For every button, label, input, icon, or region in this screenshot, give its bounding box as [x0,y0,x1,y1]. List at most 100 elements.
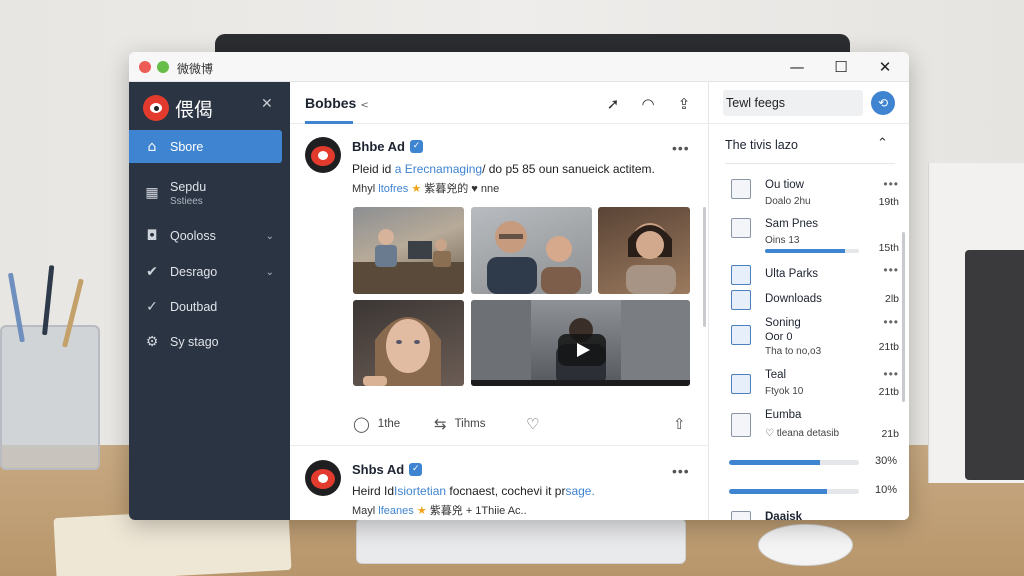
post-link[interactable]: Isiortetian [394,484,446,498]
photo-meeting[interactable] [353,207,464,294]
share-icon[interactable]: ⇪ [674,94,694,114]
bell-icon[interactable]: ◠ [638,94,658,114]
upload-icon: ⇧ [673,415,686,433]
brand[interactable]: 偎偈 [143,92,213,124]
like-button[interactable]: ♡ [526,415,539,433]
sidebar-item-label: Qooloss [170,229,216,243]
brand-name: 偎偈 [175,98,214,121]
caret-icon[interactable]: < [360,100,368,111]
sidebar-item-label: Doutbad [170,300,218,314]
window-zoom-dot[interactable] [157,61,169,73]
sidebar-item-qooloss[interactable]: ◘ Qooloss ⌄ [129,222,282,250]
sidebar-item-home[interactable]: ⌂ Sbore [129,130,282,163]
video-thumbnail[interactable] [471,300,690,386]
author-name: Bhbe Ad [352,139,405,154]
avatar[interactable] [305,460,341,496]
sidebar-close-icon[interactable]: ✕ [261,96,273,112]
folder-icon [731,374,751,394]
more-options-icon[interactable]: ••• [672,140,690,156]
post-text: Pleid id a Erecnamaging/ do p5 85 oun sa… [352,162,655,176]
file-icon [731,218,751,238]
sidebar-item-sepdu[interactable]: ▦ Sepdu Sstiees [129,174,282,212]
author-name: Shbs Ad [352,462,405,477]
sidebar-item-sublabel: Sstiees [170,195,203,207]
post-author[interactable]: Shbs Ad ✓ [352,462,423,477]
folder-icon [731,290,751,310]
file-icon [731,179,751,199]
photo-friends[interactable] [471,207,592,294]
window-title: 微微博 [177,62,214,76]
grid-icon: ▦ [145,185,159,201]
maximize-button[interactable]: ☐ [826,56,856,78]
upload-button[interactable]: ⇧ [673,415,686,433]
app-window: 微微博 — ☐ ✕ 偎偈 ✕ ⌂ Sbore ▦ Sepdu Sstiees ◘… [129,52,909,520]
post-link[interactable]: sage. [565,484,594,498]
meta-link[interactable]: lfeanes [378,505,413,517]
sidebar-item-doutbad[interactable]: ✓ Doutbad [129,293,282,321]
sidebar: 偎偈 ✕ ⌂ Sbore ▦ Sepdu Sstiees ◘ Qooloss ⌄… [129,82,290,520]
close-button[interactable]: ✕ [870,56,900,78]
window-close-dot[interactable] [139,61,151,73]
monitor-bezel [215,34,850,54]
post-meta: Mhyl ltofres ★ 紫暮兇的 ♥ nne [352,183,500,195]
feed-title[interactable]: Bobbes < [305,95,369,111]
search-input[interactable] [723,90,863,116]
file-item[interactable]: Teal Ftyok 10 ••• 21tb [731,367,903,401]
photo-meeting-art [353,229,464,294]
photo-girl[interactable] [353,300,464,386]
sidebar-item-desrago[interactable]: ✔ Desrago ⌄ [129,258,282,286]
chevron-down-icon[interactable]: ⌄ [266,267,274,278]
file-item[interactable]: Ulta Parks ••• [731,263,903,287]
post-author[interactable]: Bhbe Ad ✓ [352,139,423,154]
comment-button[interactable]: ◯ 1the [353,415,400,433]
sidebar-item-label: Desrago [170,265,218,279]
more-options-icon[interactable]: ••• [883,177,899,191]
photo-friends-art [487,221,581,294]
file-name: Teal [765,369,787,381]
chevron-up-icon[interactable]: ⌃ [877,136,888,151]
post-link[interactable]: a Erecnamaging [395,162,482,176]
more-options-icon[interactable]: ••• [883,367,899,381]
file-item[interactable]: Sam Pnes Oins 13 15th [731,218,903,254]
repost-icon: ⇆ [434,415,447,433]
file-name: Ulta Parks [765,268,819,280]
file-item[interactable]: Daaisk [731,511,903,520]
chevron-down-icon[interactable]: ⌄ [266,231,274,242]
folder-icon [731,325,751,345]
progress-bar [729,460,859,465]
file-sub: Oins 13 [765,235,800,246]
weibo-logo-icon [143,95,169,121]
post-card: Shbs Ad ✓ ••• Heird IdIsiortetian focnae… [290,446,709,520]
file-item[interactable]: Eumba ♡ tleana detasib 21b [731,409,903,443]
repost-button[interactable]: ⇆ Tihms [434,415,485,433]
play-button-icon[interactable] [558,334,606,366]
more-options-icon[interactable]: ••• [672,463,690,479]
heart-icon: ♡ [526,415,540,433]
comment-icon: ◯ [353,415,370,433]
send-icon[interactable]: ➚ [603,94,623,114]
feed-header: Bobbes < ➚ ◠ ⇪ [290,82,709,124]
more-options-icon[interactable]: ••• [883,315,899,329]
avatar[interactable] [305,137,341,173]
more-options-icon[interactable]: ••• [883,263,899,277]
search-button-icon[interactable]: ⟲ [871,91,895,115]
keyboard [356,518,686,564]
file-size: 21b [881,428,899,440]
file-item[interactable]: Downloads 2lb [731,290,903,312]
feed-scrollbar[interactable] [703,207,706,327]
photo-woman-art [626,223,676,294]
title-bar: 微微博 — ☐ ✕ [129,52,909,82]
file-size: 15th [878,242,899,254]
meta-link[interactable]: ltofres [378,183,408,195]
file-item[interactable]: Soning Oor 0 Tha to no,o3 ••• 21tb [731,315,903,361]
file-item[interactable]: Ou tiow Doalo 2hu ••• 19th [731,177,903,209]
check-circle-icon: ✔ [146,264,158,280]
photo-woman[interactable] [598,207,690,294]
panel-scrollbar[interactable] [902,232,905,402]
panel-title: The tivis lazo [725,138,798,152]
sidebar-item-settings[interactable]: ⚙ Sy stago [129,328,282,356]
verified-icon: ✓ [409,140,423,153]
minimize-button[interactable]: — [782,56,812,78]
repost-count: Tihms [454,418,486,430]
post-text: Heird IdIsiortetian focnaest, cochevi it… [352,484,595,498]
